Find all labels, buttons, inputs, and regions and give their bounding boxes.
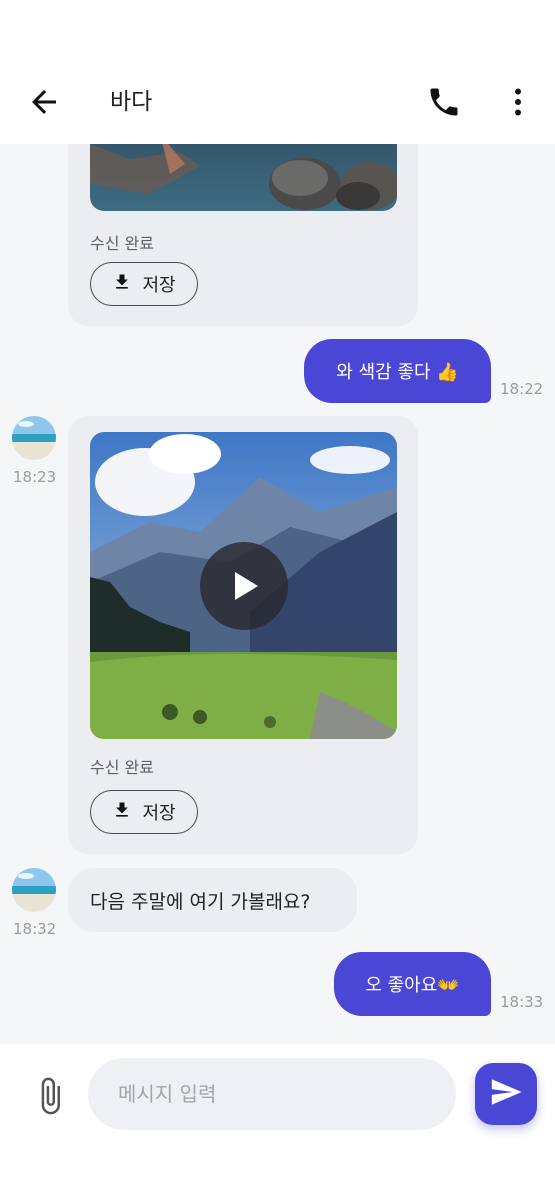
- message-list[interactable]: 수신 완료 저장 와 색감 좋다 👍 18:22 18:23 수신 완료 저장 …: [0, 144, 555, 1044]
- download-icon: [112, 272, 132, 297]
- save-button-label: 저장: [142, 803, 176, 824]
- sent-message[interactable]: 오 좋아요👐: [334, 952, 491, 1016]
- message-text: 와 색감 좋다 👍: [336, 362, 459, 383]
- chat-title: 바다: [110, 89, 153, 115]
- message-input[interactable]: [88, 1058, 456, 1130]
- message-time: 18:22: [500, 380, 544, 398]
- save-button[interactable]: 저장: [90, 790, 198, 834]
- received-video[interactable]: [90, 432, 397, 739]
- save-button-label: 저장: [142, 275, 176, 296]
- avatar[interactable]: [12, 868, 56, 912]
- message-text: 다음 주말에 여기 가볼래요?: [90, 890, 311, 913]
- message-time: 18:32: [13, 920, 57, 938]
- phone-icon[interactable]: [426, 84, 462, 120]
- message-composer: [0, 1044, 555, 1200]
- chat-header: 바다: [0, 60, 555, 144]
- more-vertical-icon[interactable]: [500, 84, 536, 120]
- received-image-message: 수신 완료 저장: [68, 144, 418, 326]
- save-button[interactable]: 저장: [90, 262, 198, 306]
- message-time: 18:33: [500, 993, 544, 1011]
- status-bar-area: [0, 0, 555, 60]
- received-image[interactable]: [90, 144, 397, 211]
- avatar[interactable]: [12, 416, 56, 460]
- paperclip-icon[interactable]: [30, 1076, 70, 1116]
- received-video-message: 수신 완료 저장: [68, 416, 418, 854]
- sent-message[interactable]: 와 색감 좋다 👍: [304, 339, 491, 403]
- download-icon: [112, 800, 132, 825]
- received-message[interactable]: 다음 주말에 여기 가볼래요?: [68, 868, 357, 932]
- message-time: 18:23: [13, 468, 57, 486]
- play-button[interactable]: [200, 542, 288, 630]
- send-icon: [489, 1075, 523, 1113]
- receive-status: 수신 완료: [90, 758, 154, 777]
- message-text: 오 좋아요👐: [365, 975, 460, 996]
- arrow-left-icon[interactable]: [26, 84, 62, 120]
- send-button[interactable]: [475, 1063, 537, 1125]
- receive-status: 수신 완료: [90, 234, 154, 253]
